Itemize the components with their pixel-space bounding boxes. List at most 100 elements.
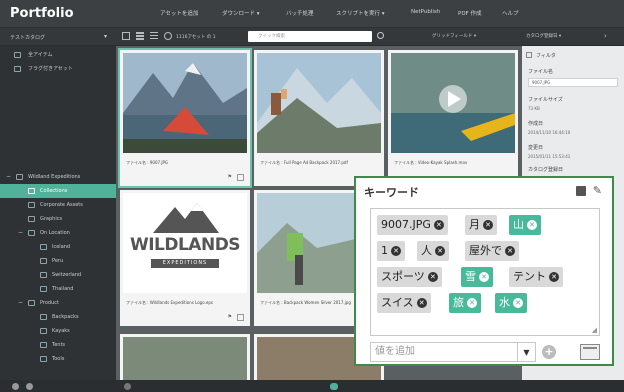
refresh-icon[interactable]: [122, 32, 130, 40]
status-bar: [0, 380, 624, 392]
keyword-tag[interactable]: 山 ✕: [509, 215, 541, 235]
asset-card[interactable]: ファイル名 : Video-Kayak Splash.mov: [388, 50, 518, 186]
tree-item-collections[interactable]: Collections: [0, 184, 116, 198]
remove-tag-icon[interactable]: ✕: [435, 246, 445, 256]
remove-tag-icon[interactable]: ✕: [479, 272, 489, 282]
tree-item-tools[interactable]: Tools: [0, 352, 116, 366]
keyword-tag[interactable]: 月 ✕: [465, 215, 497, 235]
keyword-tag[interactable]: 雪 ✕: [461, 267, 493, 287]
tree-item-thailand[interactable]: Thailand: [0, 282, 116, 296]
add-icon[interactable]: [12, 383, 19, 390]
pencil-icon[interactable]: ✎: [593, 184, 602, 197]
zoom-out-icon[interactable]: [124, 383, 131, 390]
sidebar-item-all[interactable]: 全アイテム: [0, 48, 116, 62]
collapse-icon[interactable]: −: [6, 170, 11, 184]
folder-icon: [40, 272, 47, 278]
tree-item-label: Kayaks: [52, 328, 70, 334]
folder-icon: [28, 188, 35, 194]
page-indicator[interactable]: [330, 383, 338, 390]
asset-card[interactable]: WILDLANDS EXPEDITIONS ファイル名 : Wildlands …: [120, 190, 250, 326]
remove-tag-icon[interactable]: ✕: [427, 272, 438, 282]
field-value-created: 2014/11/10 16:44:10: [528, 130, 571, 135]
menu-download[interactable]: ダウンロード ▾: [222, 9, 260, 17]
flag-icon[interactable]: ⚑: [228, 314, 232, 320]
remove-tag-icon[interactable]: ✕: [391, 246, 401, 256]
asset-card[interactable]: ファイル名 : Full Page Ad Backpack 2017.pdf: [254, 50, 384, 186]
tree-item-iceland[interactable]: Iceland: [0, 240, 116, 254]
menu-netpublish[interactable]: NetPublish: [411, 9, 440, 15]
asset-card[interactable]: ファイル名 : 9007.JPG ⚑: [118, 48, 252, 188]
tree-item-label: Thailand: [52, 286, 74, 292]
menu-batch[interactable]: バッチ処理: [286, 9, 314, 17]
search-icon[interactable]: [377, 32, 384, 39]
collapse-icon[interactable]: −: [18, 226, 23, 240]
select-checkbox[interactable]: [237, 314, 244, 321]
tree-item-kayaks[interactable]: Kayaks: [0, 324, 116, 338]
quick-search-box[interactable]: クイック検索: [248, 31, 372, 42]
add-keyword-button[interactable]: +: [542, 345, 556, 359]
tree-item-backpacks[interactable]: Backpacks: [0, 310, 116, 324]
tag-label: スポーツ: [381, 270, 425, 283]
stack-icon: [14, 52, 21, 58]
book-icon[interactable]: [576, 186, 586, 196]
remove-tag-icon[interactable]: ✕: [433, 220, 444, 230]
menu-add-asset[interactable]: アセットを追加: [160, 9, 198, 17]
catalog-name[interactable]: テストカタログ: [10, 34, 45, 41]
tree-item-label: Peru: [52, 258, 64, 264]
remove-icon[interactable]: [26, 383, 33, 390]
collapse-icon[interactable]: −: [18, 296, 23, 310]
collapse-panel-icon[interactable]: ›: [604, 32, 607, 40]
keyword-dropdown-icon[interactable]: ▼: [518, 342, 536, 362]
keyword-tag[interactable]: テント ✕: [509, 267, 563, 287]
gallery-view-icon[interactable]: [164, 32, 172, 40]
remove-tag-icon[interactable]: ✕: [549, 272, 559, 282]
keyword-tag[interactable]: 旅 ✕: [449, 293, 481, 313]
resize-handle[interactable]: ◢: [592, 326, 597, 334]
remove-tag-icon[interactable]: ✕: [467, 298, 477, 308]
keyword-tag-area[interactable]: 9007.JPG ✕ 月 ✕ 山 ✕ 1 ✕ 人 ✕ 屋外で ✕ スポーツ ✕ 雪 ✕ テント ✕…: [370, 208, 600, 336]
keyword-tag[interactable]: スポーツ ✕: [377, 267, 442, 287]
menu-pdf[interactable]: PDF 作成: [458, 9, 481, 17]
filter-icon[interactable]: [526, 52, 532, 58]
asset-card[interactable]: [120, 334, 250, 383]
remove-tag-icon[interactable]: ✕: [527, 220, 537, 230]
folder-icon: [28, 216, 35, 222]
keyword-tag[interactable]: 1 ✕: [377, 241, 405, 261]
catalog-dropdown-icon[interactable]: ▾: [104, 33, 107, 40]
add-keyword-input[interactable]: 値を追加: [370, 342, 518, 362]
menu-help[interactable]: ヘルプ: [502, 9, 519, 17]
keyword-tag[interactable]: 人 ✕: [417, 241, 449, 261]
tree-item-switzerland[interactable]: Switzerland: [0, 268, 116, 282]
tree-item-on-location[interactable]: − On Location: [0, 226, 116, 240]
folder-icon: [40, 328, 47, 334]
sort-dropdown[interactable]: カタログ登録日 ▾: [526, 33, 561, 39]
sidebar-item-flagged[interactable]: フラグ付きアセット: [0, 62, 116, 76]
keyword-tag[interactable]: 水 ✕: [495, 293, 527, 313]
keyword-tag[interactable]: 9007.JPG ✕: [377, 215, 448, 235]
tree-item-wildland[interactable]: − Wildland Expeditions: [0, 170, 116, 184]
tree-item-product[interactable]: − Product: [0, 296, 116, 310]
remove-tag-icon[interactable]: ✕: [513, 298, 523, 308]
grid-fields-dropdown[interactable]: グリッドフィールド ▾: [432, 33, 476, 39]
tag-label: スイス: [381, 296, 414, 309]
remove-tag-icon[interactable]: ✕: [416, 298, 427, 308]
field-box-filename[interactable]: 9007.JPG: [528, 78, 618, 87]
list-view-icon[interactable]: [150, 32, 158, 40]
keyword-list-icon[interactable]: [580, 344, 600, 360]
tree-item-peru[interactable]: Peru: [0, 254, 116, 268]
folder-icon: [40, 314, 47, 320]
tree-item-graphics[interactable]: Graphics: [0, 212, 116, 226]
keyword-tag[interactable]: スイス ✕: [377, 293, 431, 313]
thumbnail-kayak-video: [391, 53, 515, 153]
menu-run-script[interactable]: スクリプトを実行 ▾: [336, 9, 385, 17]
tree-item-corporate[interactable]: Corporate Assets: [0, 198, 116, 212]
folder-icon: [40, 342, 47, 348]
field-value-filesize: 73 KB: [528, 106, 540, 111]
select-checkbox[interactable]: [237, 174, 244, 181]
grid-view-icon[interactable]: [136, 32, 144, 40]
tree-item-tents[interactable]: Tents: [0, 338, 116, 352]
keyword-tag[interactable]: 屋外で ✕: [465, 241, 519, 261]
flag-icon[interactable]: ⚑: [228, 174, 232, 180]
remove-tag-icon[interactable]: ✕: [483, 220, 493, 230]
remove-tag-icon[interactable]: ✕: [505, 246, 515, 256]
